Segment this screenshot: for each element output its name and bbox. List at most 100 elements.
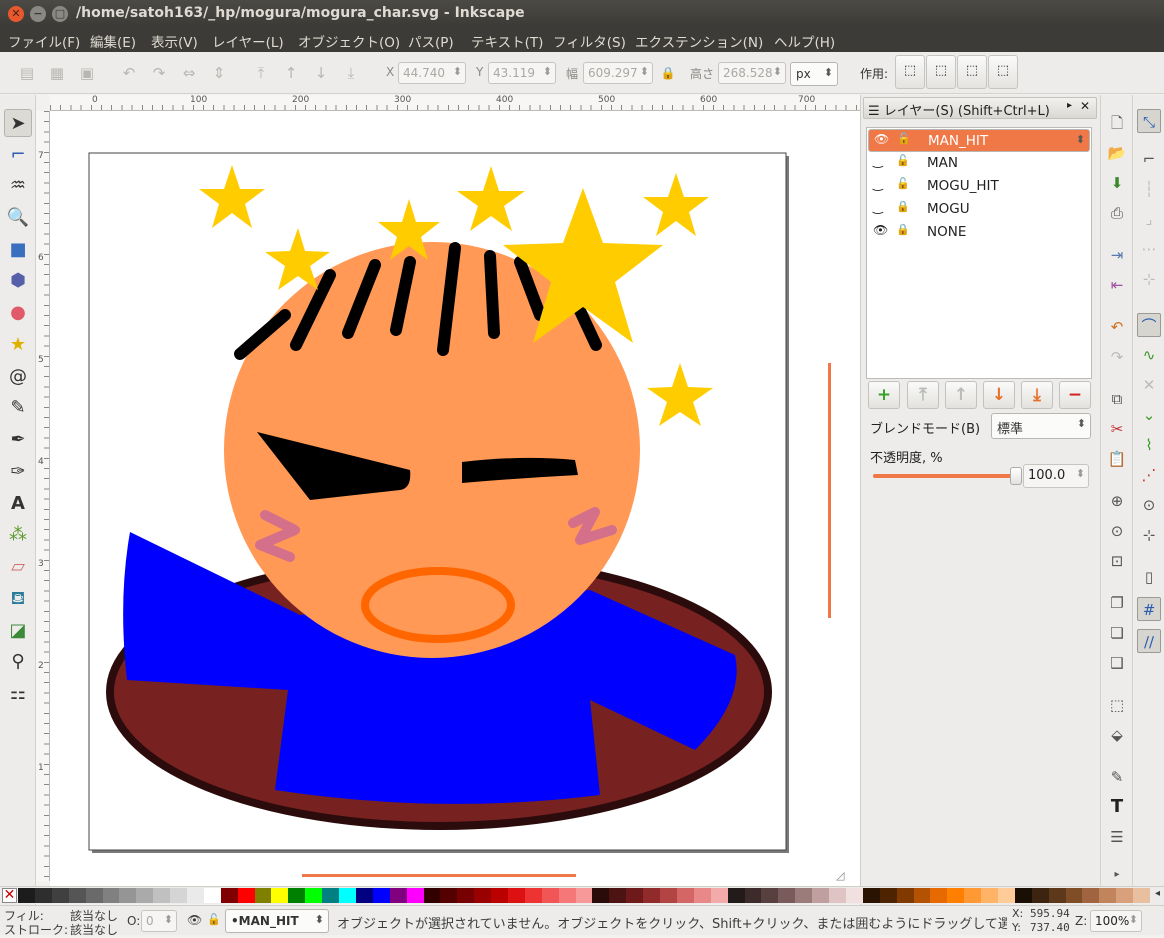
flip-vertical-icon[interactable]: ⇕ [208,62,230,84]
select-all-layers-icon[interactable]: ▦ [46,62,68,84]
opacity-slider-handle[interactable] [1010,467,1022,485]
select-all-icon[interactable]: ▤ [16,62,38,84]
menu-filter[interactable]: フィルタ(S) [553,31,626,51]
palette-menu-icon[interactable]: ◂ [1155,888,1160,899]
ungroup-icon[interactable]: ⬙ [1105,723,1129,747]
fill-stroke-icon[interactable]: ✎ [1105,765,1129,789]
snap-intersection-icon[interactable]: ✕ [1137,373,1161,397]
x-input[interactable]: 44.740 [398,62,466,84]
color-swatch[interactable] [778,888,796,903]
y-input[interactable]: 43.119 [488,62,556,84]
3d-box-tool-icon[interactable]: ⬢ [4,267,32,295]
more-commands-icon[interactable]: ▸ [1105,863,1129,887]
layer-to-bottom-button[interactable]: ⤓ [1021,381,1053,409]
copy-icon[interactable]: ⧉ [1105,387,1129,411]
flip-horizontal-icon[interactable]: ⇔ [178,62,200,84]
resize-corner-icon[interactable]: ◿ [836,869,844,882]
color-swatch[interactable] [406,888,424,903]
layer-row-none[interactable]: 👁 🔒 NONE [868,221,1090,244]
color-swatch[interactable] [592,888,610,903]
raise-layer-button[interactable]: ↑ [945,381,977,409]
color-swatch[interactable] [491,888,509,903]
menu-help[interactable]: ヘルプ(H) [774,31,835,51]
raise-icon[interactable]: ↑ [280,62,302,84]
lower-icon[interactable]: ↓ [310,62,332,84]
color-swatch[interactable] [102,888,120,903]
deselect-icon[interactable]: ▣ [76,62,98,84]
bucket-tool-icon[interactable]: ⛾ [4,585,32,613]
width-input[interactable]: 609.297 [583,62,653,84]
minimize-window-button[interactable]: − [30,6,46,22]
snap-midpoint-icon[interactable]: ⋰ [1137,463,1161,487]
color-swatch[interactable] [930,888,948,903]
color-swatch[interactable] [879,888,897,903]
horizontal-scroll-thumb[interactable] [302,874,576,877]
close-window-button[interactable]: ✕ [8,6,24,22]
color-swatch[interactable] [660,888,677,903]
color-swatch[interactable] [305,888,323,903]
zoom-selection-icon[interactable]: ⊕ [1105,489,1129,513]
delete-layer-button[interactable]: − [1059,381,1091,409]
export-icon[interactable]: ⇤ [1105,273,1129,297]
snap-guide-icon[interactable]: ∕∕ [1137,629,1161,653]
color-swatch[interactable] [829,888,846,903]
eye-closed-icon[interactable]: ‿ [873,154,883,168]
new-document-icon[interactable]: 🗋 [1105,111,1129,135]
menu-edit[interactable]: 編集(E) [90,31,136,51]
color-swatch[interactable] [389,888,407,903]
group-icon[interactable]: ⬚ [1105,693,1129,717]
color-swatch[interactable] [1116,888,1134,903]
menu-object[interactable]: オブジェクト(O) [298,31,400,51]
text-tool-icon[interactable]: A [4,490,32,518]
maximize-window-button[interactable]: □ [52,6,68,22]
height-input[interactable]: 268.528 [718,62,786,84]
color-swatch[interactable] [795,888,813,903]
color-swatch[interactable] [541,888,559,903]
color-swatch[interactable] [119,888,137,903]
color-swatch[interactable] [761,888,779,903]
eraser-tool-icon[interactable]: ▱ [4,553,32,581]
opacity-slider-track[interactable] [873,467,1022,485]
color-swatch[interactable] [609,888,627,903]
snap-object-center-icon[interactable]: ⊙ [1137,493,1161,517]
pencil-tool-icon[interactable]: ✎ [4,394,32,422]
lower-to-bottom-icon[interactable]: ⤓ [340,62,362,84]
menu-layer[interactable]: レイヤー(L) [212,31,284,51]
color-swatch[interactable] [170,888,188,903]
node-tool-icon[interactable]: ⌐ [4,141,32,169]
object-opacity-input[interactable]: 0 [141,910,177,932]
color-swatch[interactable] [508,888,525,903]
layer-row-mogu[interactable]: ‿ 🔒 MOGU [868,198,1090,221]
snap-nodes-icon[interactable]: ⌒ [1137,313,1161,337]
color-swatch[interactable] [997,888,1015,903]
color-swatch[interactable] [271,888,289,903]
undo-icon[interactable]: ↶ [1105,315,1129,339]
color-swatch[interactable] [981,888,998,903]
color-swatch[interactable] [845,888,863,903]
paste-icon[interactable]: 📋 [1105,447,1129,471]
color-swatch[interactable] [322,888,340,903]
menu-file[interactable]: ファイル(F) [8,31,80,51]
scale-stroke-button[interactable]: ⬚ [895,55,925,89]
menu-path[interactable]: パス(P) [408,31,454,51]
color-swatch[interactable] [558,888,576,903]
color-swatch[interactable] [1065,888,1083,903]
text-font-icon[interactable]: T [1105,795,1129,819]
add-layer-button[interactable]: + [868,381,900,409]
zoom-page-icon[interactable]: ⊡ [1105,549,1129,573]
no-paint-swatch[interactable]: ✕ [2,888,17,903]
color-swatch[interactable] [187,888,204,903]
color-swatch[interactable] [575,888,593,903]
scale-corners-button[interactable]: ⬚ [926,55,956,89]
color-swatch[interactable] [339,888,356,903]
raise-to-top-icon[interactable]: ⤒ [250,62,272,84]
menu-extensions[interactable]: エクステンション(N) [635,31,763,51]
zoom-drawing-icon[interactable]: ⊙ [1105,519,1129,543]
color-swatch[interactable] [51,888,69,903]
color-swatch[interactable] [1082,888,1100,903]
color-swatch[interactable] [676,888,694,903]
snap-bbox-corner-icon[interactable]: ⌟ [1137,207,1161,231]
lock-icon[interactable]: 🔒 [896,200,910,213]
color-swatch[interactable] [440,888,458,903]
color-swatch[interactable] [626,888,644,903]
